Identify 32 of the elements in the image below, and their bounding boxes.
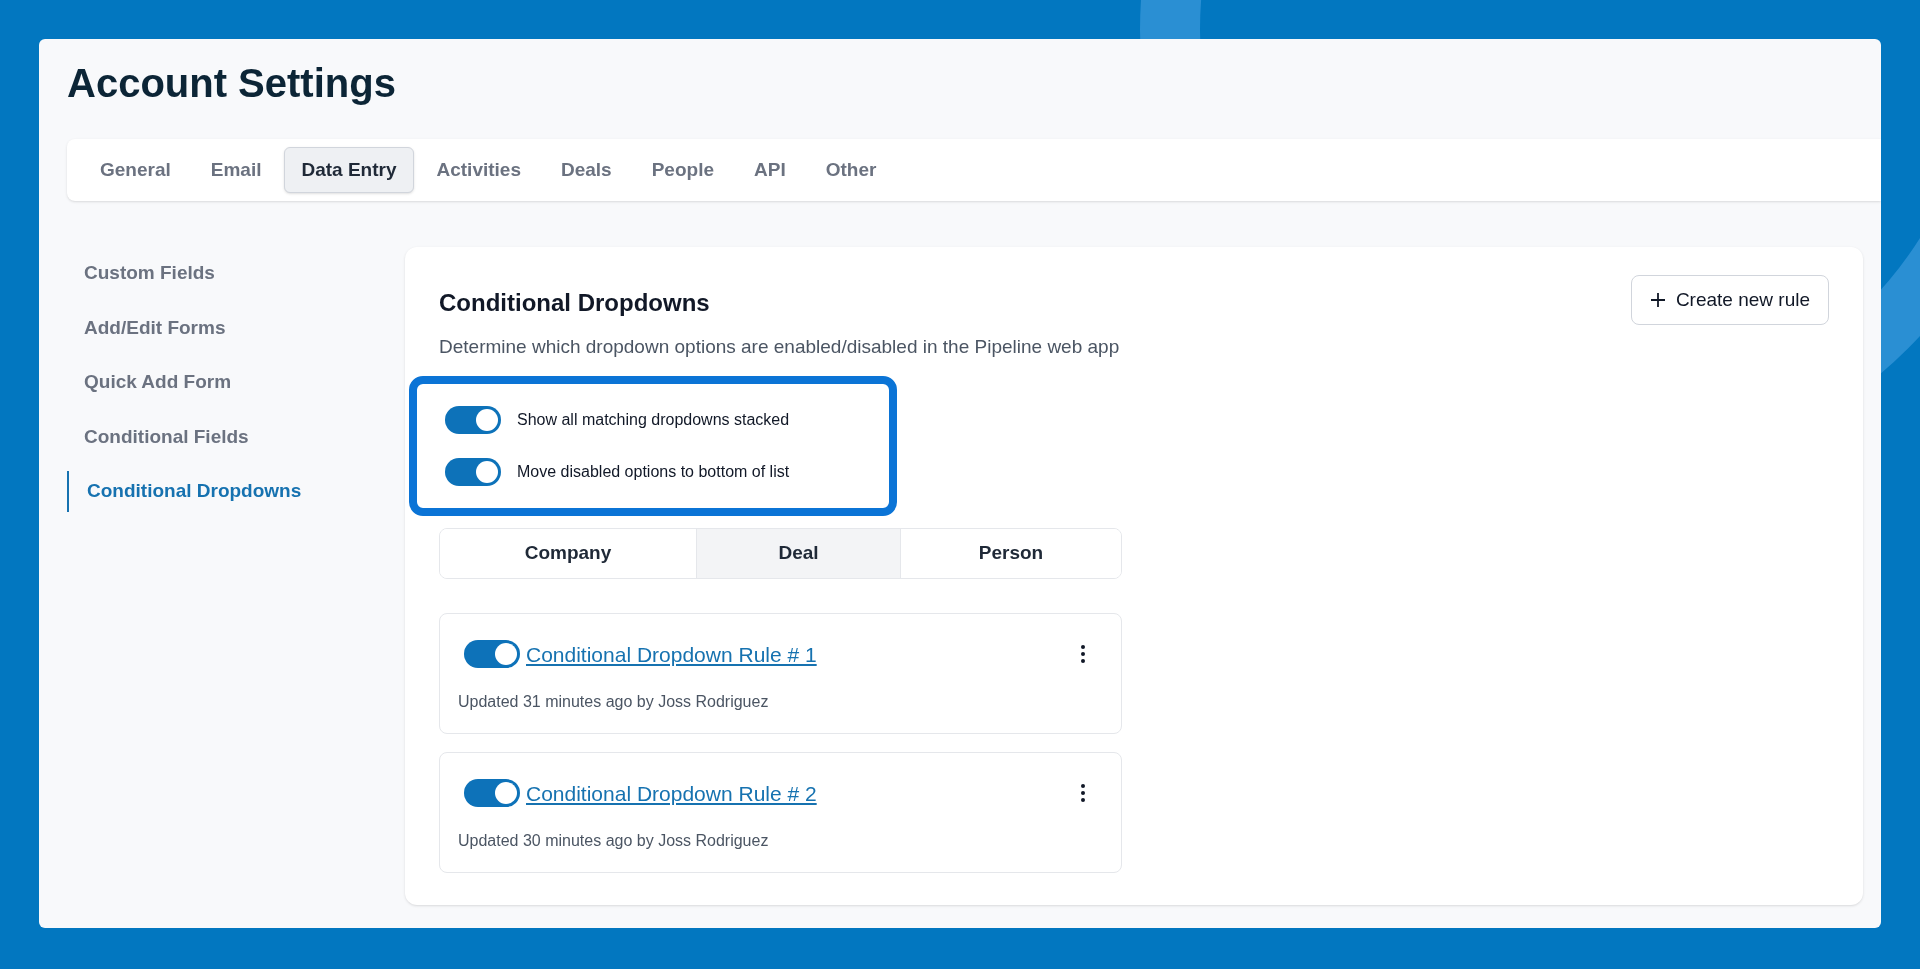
tab[interactable]: Activities	[419, 146, 538, 194]
panel-description: Determine which dropdown options are enabled/disabled in the Pipeline web app	[439, 335, 1120, 359]
option-label: Show all matching dropdowns stacked	[517, 409, 790, 430]
tab[interactable]: Other	[808, 146, 894, 194]
panel-title: Conditional Dropdowns	[439, 288, 711, 318]
sidebar-item[interactable]: Add/Edit Forms	[67, 307, 226, 348]
rule-link[interactable]: Conditional Dropdown Rule # 2	[526, 777, 817, 809]
sidebar-item[interactable]: Conditional Fields	[67, 416, 249, 457]
rule-link[interactable]: Conditional Dropdown Rule # 1	[526, 638, 817, 670]
rule-updated-text: Updated 30 minutes ago by Joss Rodriguez	[458, 831, 770, 851]
tab[interactable]: People	[634, 146, 731, 194]
toggle-switch[interactable]	[464, 640, 520, 669]
sidebar-item[interactable]: Quick Add Form	[67, 362, 232, 403]
toggle-switch[interactable]	[445, 457, 501, 486]
option-label: Move disabled options to bottom of list	[517, 461, 790, 482]
tab[interactable]: General	[83, 146, 188, 194]
segment[interactable]: Deal	[696, 528, 900, 578]
toggle-switch[interactable]	[464, 779, 520, 808]
more-options-icon[interactable]	[1079, 784, 1087, 803]
rule-updated-text: Updated 31 minutes ago by Joss Rodriguez	[458, 692, 770, 712]
tab[interactable]: Email	[193, 146, 279, 194]
sidebar-item[interactable]: Conditional Dropdowns	[67, 471, 302, 512]
tab[interactable]: Data Entry	[284, 146, 414, 194]
page-title: Account Settings	[67, 60, 396, 107]
tab[interactable]: API	[737, 146, 803, 194]
segment[interactable]: Person	[900, 528, 1121, 578]
create-rule-button[interactable]: Create new rule	[1630, 275, 1829, 325]
tab[interactable]: Deals	[544, 146, 629, 194]
more-options-icon[interactable]	[1079, 645, 1087, 664]
sidebar-item[interactable]: Custom Fields	[67, 253, 215, 294]
toggle-switch[interactable]	[445, 405, 501, 434]
plus-icon	[1649, 292, 1666, 308]
